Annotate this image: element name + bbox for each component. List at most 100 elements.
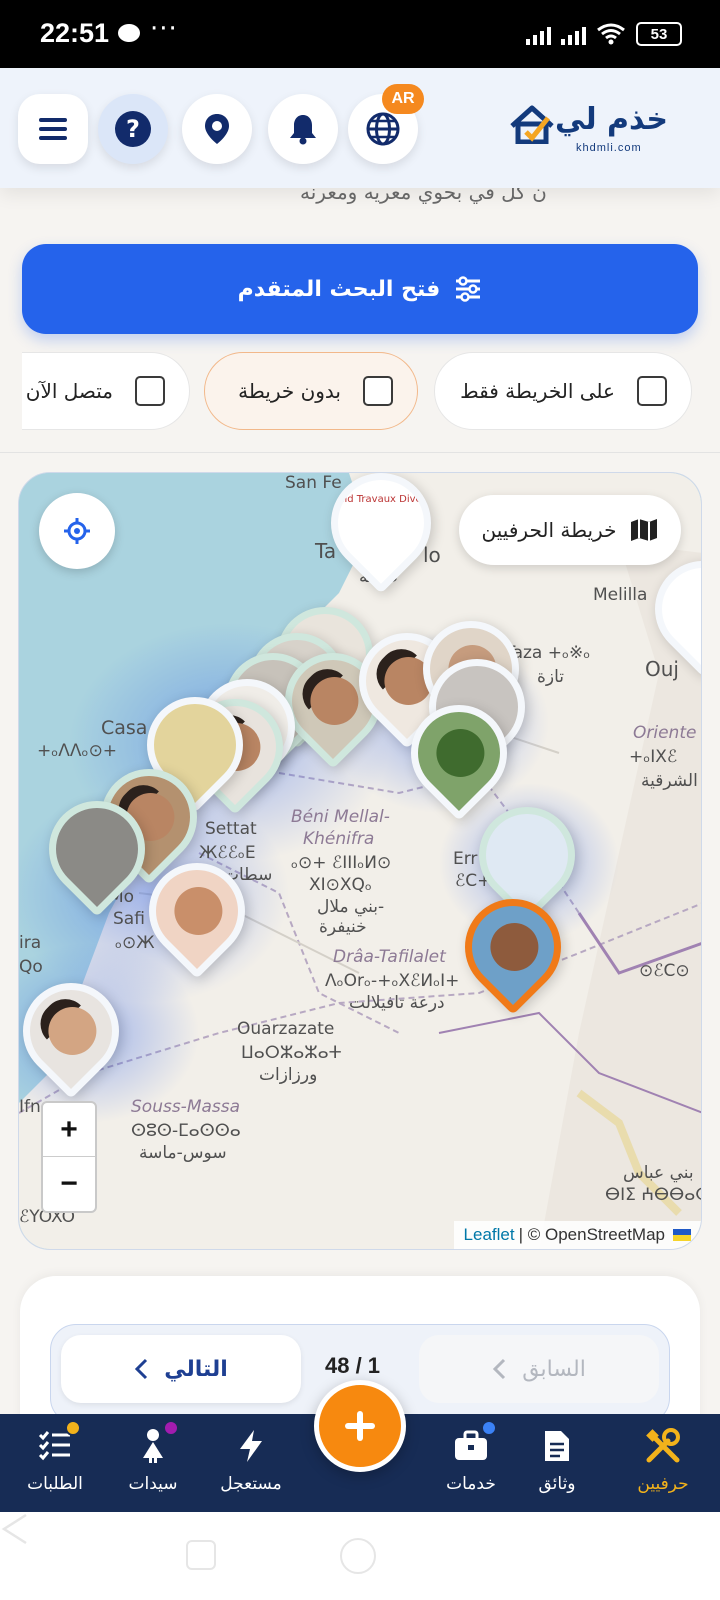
map-title: خريطة الحرفيين: [481, 518, 617, 542]
app-header: ? AR خذم لي khdmli.com: [0, 68, 720, 188]
place-melilla: Melilla: [593, 585, 648, 605]
place-ouarzazate-tif: ⵡⴰⵔⵣⴰⵣⴰⵜ: [241, 1043, 342, 1063]
nav-urgent[interactable]: مستعجل: [196, 1426, 306, 1506]
filter-map-only-checkbox[interactable]: [637, 376, 667, 406]
filter-no-map[interactable]: بدون خريطة: [204, 352, 418, 430]
advanced-search-label: فتح البحث المتقدم: [237, 276, 441, 302]
chevron-left-icon: [493, 1358, 506, 1380]
app-screen: 22:51 ··· 53 ? AR خذم لي khdmli.com ن كل…: [0, 0, 720, 1600]
nav-urgent-label: مستعجل: [220, 1474, 282, 1494]
help-button[interactable]: ?: [98, 94, 168, 164]
place-souss-massa: Souss-Massa: [131, 1097, 241, 1117]
chat-notification-icon: [118, 24, 140, 42]
filter-online-label: متصل الآن: [25, 379, 113, 403]
document-icon: [537, 1426, 577, 1466]
place-souss-tif: ⵙⵓⵙ-ⵎⴰⵙⵙⴰ: [131, 1121, 241, 1141]
svg-text:?: ?: [126, 115, 140, 143]
home-button[interactable]: [340, 1538, 376, 1574]
place-beni-abbas: بني عباس: [623, 1163, 694, 1183]
nav-services[interactable]: خدمات: [416, 1420, 526, 1506]
battery-icon: 53: [636, 22, 682, 46]
signal-icon-2: [561, 23, 586, 45]
advanced-search-button[interactable]: فتح البحث المتقدم: [22, 244, 698, 334]
filter-online-checkbox[interactable]: [135, 376, 165, 406]
locate-me-button[interactable]: [39, 493, 115, 569]
zoom-in-button[interactable]: +: [43, 1103, 95, 1157]
place-taza-ar: تازة: [537, 667, 565, 687]
page-indicator: 48 / 1: [325, 1353, 381, 1378]
previous-page-button[interactable]: السابق: [419, 1335, 659, 1403]
add-request-button[interactable]: [314, 1380, 406, 1472]
next-page-label: التالي: [164, 1356, 228, 1382]
briefcase-icon: [451, 1420, 497, 1466]
wifi-icon: [597, 23, 625, 45]
chevron-left-icon: [135, 1358, 148, 1380]
place-beni-mellal-tif: ₒ⊙+ ℰIIIₒИ⊙: [291, 853, 392, 873]
sliders-icon: [456, 276, 481, 302]
nav-women[interactable]: سيدات: [98, 1420, 208, 1506]
nav-services-label: خدمات: [446, 1474, 496, 1494]
place-gc: ⊙ℰC⊙: [639, 961, 690, 981]
place-souss-ar: سوس-ماسة: [139, 1143, 227, 1163]
divider: [0, 452, 720, 453]
place-settat-tif: ЖℰℰₒE: [199, 843, 256, 863]
woman-icon: [133, 1420, 179, 1466]
app-logo: خذم لي khdmli.com: [508, 98, 668, 162]
nav-artisans-label: حرفيين: [637, 1474, 689, 1494]
requests-notification-dot: [65, 1420, 81, 1436]
question-icon: ?: [115, 111, 151, 147]
globe-icon: [366, 112, 400, 146]
system-navigation-bar: [0, 1512, 720, 1600]
checklist-icon: [35, 1420, 81, 1466]
place-oriental-ar: الشرقية: [641, 771, 698, 791]
place-beni-mellal-tif-2: XI⊙XQₒ: [309, 875, 372, 895]
filter-online-now[interactable]: متصل الآن: [22, 352, 190, 430]
back-button[interactable]: [0, 1512, 30, 1546]
place-draa-tafilalet: Drâa-Tafilalet: [333, 947, 446, 967]
nav-artisans[interactable]: حرفيين: [608, 1426, 718, 1506]
place-safi-tif: ₒ⊙Ж: [115, 933, 155, 953]
logo-subtitle: khdmli.com: [576, 142, 642, 154]
osm-attribution[interactable]: | © OpenStreetMap: [519, 1225, 665, 1245]
zoom-out-button[interactable]: −: [43, 1157, 95, 1211]
marker-sign-text: Taid Travaux Divers: [333, 494, 432, 506]
artisans-map[interactable]: San Fe Ta lo طنجة Melilla Taza +ₒ※ₒ تازة…: [18, 472, 702, 1250]
place-ifni: Ifn: [19, 1097, 41, 1117]
plus-icon: [345, 1411, 375, 1441]
filter-map-only[interactable]: على الخريطة فقط: [434, 352, 692, 430]
status-bar: 22:51 ··· 53: [0, 0, 720, 68]
place-ouarzazate-ar: ورزازات: [259, 1065, 318, 1085]
recent-apps-button[interactable]: [186, 1540, 216, 1570]
filter-no-map-checkbox[interactable]: [363, 376, 393, 406]
tools-icon: [643, 1426, 683, 1466]
notifications-button[interactable]: [268, 94, 338, 164]
signal-icon: [526, 23, 551, 45]
place-qo: Qo: [19, 957, 43, 977]
status-icons: 53: [526, 20, 682, 48]
place-ouarzazate: Ouarzazate: [237, 1019, 335, 1039]
nav-documents-label: وثائق: [538, 1474, 576, 1494]
filter-map-only-label: على الخريطة فقط: [460, 379, 615, 403]
logo-text: خذم لي: [555, 102, 668, 137]
location-button[interactable]: [182, 94, 252, 164]
place-draa-tif: ΛₒOrₒ-+ₒXℰИₒI+: [325, 971, 460, 991]
place-beni-mellal: Béni Mellal-: [291, 807, 390, 827]
ukraine-flag-icon: [673, 1229, 691, 1241]
place-casablanca: Casa: [101, 717, 148, 739]
language-badge: AR: [382, 84, 424, 114]
place-tanger: Ta: [315, 539, 337, 563]
women-notification-dot: [163, 1420, 179, 1436]
more-notifications-icon: ···: [150, 14, 178, 44]
leaflet-link[interactable]: Leaflet: [464, 1225, 515, 1245]
place-errachidia: Err: [453, 849, 478, 869]
nav-requests-label: الطلبات: [27, 1474, 83, 1494]
menu-button[interactable]: [18, 94, 88, 164]
zoom-control: + −: [41, 1101, 97, 1213]
nav-requests[interactable]: الطلبات: [0, 1420, 110, 1506]
map-pin-icon: [205, 114, 229, 144]
status-time: 22:51: [40, 18, 110, 48]
map-title-badge: خريطة الحرفيين: [459, 495, 681, 565]
next-page-button[interactable]: التالي: [61, 1335, 301, 1403]
filter-no-map-label: بدون خريطة: [238, 379, 341, 403]
place-settat: Settat: [205, 819, 257, 839]
